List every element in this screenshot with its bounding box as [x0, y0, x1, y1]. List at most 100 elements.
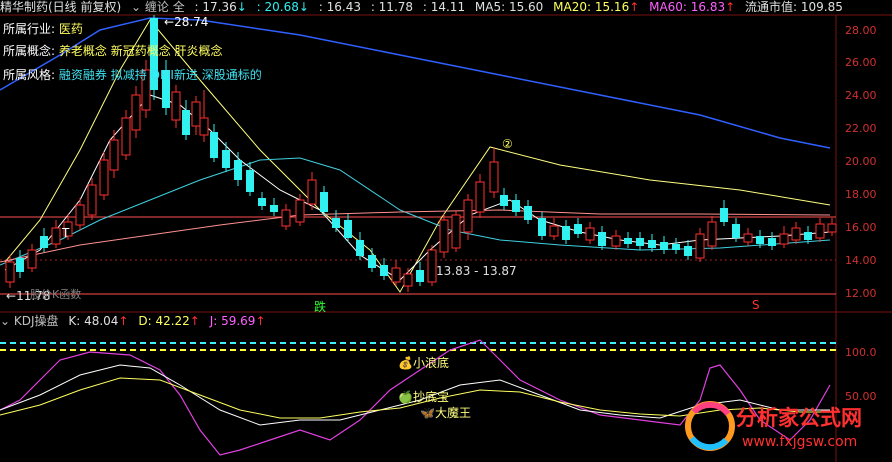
candle-body: [585, 227, 595, 241]
candle-body: [332, 218, 340, 228]
candle-body: [368, 255, 376, 268]
candle-body: [121, 117, 131, 156]
header-bar: 精华制药(日线 前复权) ⌄ 缠论 全 : 17.36↓ : 20.68↓ : …: [0, 0, 849, 14]
kdj-dropdown[interactable]: ⌄ KDJ操盘: [0, 314, 59, 328]
candle-body: [295, 199, 305, 223]
candle-body: [489, 161, 499, 193]
candle-body: [720, 208, 728, 222]
kdj-j: J: 59.69↑: [209, 314, 266, 328]
candle-body: [403, 273, 413, 287]
candle-body: [500, 195, 508, 206]
candle-body: [344, 220, 352, 238]
watermark-text: 分析家公式网: [736, 406, 862, 430]
candle-body: [732, 224, 740, 238]
candle-body: [40, 236, 48, 248]
value-3: : 16.43: [318, 0, 361, 14]
range-label: 13.83 - 13.87: [436, 264, 517, 278]
candle-body: [51, 227, 61, 245]
candle-body: [451, 214, 461, 249]
ma60-value: MA60: 16.83↑: [649, 0, 736, 14]
candle-body: [171, 91, 181, 121]
high-label: ←28.74: [164, 15, 209, 29]
candle-body: [672, 244, 680, 250]
candle-body: [562, 226, 570, 240]
value-5: : 14.11: [422, 0, 466, 14]
candle-body: [246, 170, 254, 192]
candle-body: [707, 221, 717, 247]
ma-yellow-line: [4, 19, 831, 293]
candle-body: [636, 238, 644, 246]
candle-body: [199, 117, 209, 136]
candle-body: [356, 240, 364, 256]
marker-2: ②: [502, 137, 513, 151]
kdj-label-2: 🍏抄底宝: [398, 390, 449, 404]
candle-body: [768, 238, 776, 246]
butterfly-icon: 🦋: [420, 406, 435, 420]
axis-tick: 12.00: [845, 287, 877, 300]
candle-body: [281, 209, 291, 227]
kdj-header: ⌄ KDJ操盘 K: 48.04↑ D: 42.22↑ J: 59.69↑: [0, 314, 272, 328]
candle-body: [538, 218, 546, 236]
kdj-d: D: 42.22↑: [138, 314, 200, 328]
candle-body: [109, 139, 119, 171]
watermark: 分析家公式网 www.fxjgsw.com: [682, 396, 888, 458]
small-label: 股价K函数: [30, 288, 82, 301]
candle-body: [27, 249, 37, 269]
concept-row: 所属概念: 养老概念 新冠药概念 肝炎概念: [3, 44, 223, 58]
industry-row: 所属行业: 医药: [3, 22, 83, 36]
kdj-label-1: 💰小浪底: [398, 356, 449, 370]
candle-body: [815, 223, 825, 239]
candle-body: [320, 192, 328, 212]
kdj-axis-100: 100.0: [845, 346, 877, 359]
candle-body: [756, 236, 764, 244]
axis-tick: 26.00: [845, 56, 877, 69]
candle-body: [210, 132, 218, 158]
candle-body: [380, 265, 388, 276]
stock-title[interactable]: 精华制药(日线 前复权): [0, 0, 121, 14]
money-bag-icon: 💰: [398, 356, 413, 370]
ma5-value: MA5: 15.60: [474, 0, 544, 14]
axis-tick: 20.00: [845, 155, 877, 168]
candle-body: [87, 184, 97, 216]
candle-body: [75, 204, 85, 226]
candle-body: [416, 270, 424, 282]
candle-body: [270, 205, 278, 212]
candle-body: [463, 199, 473, 233]
value-4: : 11.78: [370, 0, 414, 14]
axis-tick: 18.00: [845, 188, 877, 201]
indicator-label: 缠论 全: [144, 0, 185, 14]
indicator-dropdown[interactable]: ⌄ 缠论 全: [131, 0, 185, 14]
candle-body: [598, 232, 606, 246]
candle-body: [695, 233, 705, 259]
die-label: 跌: [314, 300, 327, 314]
s-marker: S: [752, 298, 760, 312]
axis-tick: 14.00: [845, 254, 877, 267]
candle-body: [648, 240, 656, 248]
kdj-k: K: 48.04↑: [68, 314, 129, 328]
style-row: 所属风格: 融资融券 拟减持 QFII新进 深股通标的: [3, 68, 262, 82]
ma-pink-line: [0, 209, 831, 263]
candle-body: [131, 94, 141, 131]
value-2: : 20.68↓: [256, 0, 309, 14]
candle-body: [234, 160, 242, 180]
candle-body: [684, 246, 692, 256]
candle-body: [99, 159, 109, 196]
candle-body: [624, 238, 632, 244]
axis-tick: 28.00: [845, 24, 877, 37]
candle-body: [611, 235, 621, 247]
candle-body: [827, 223, 837, 233]
candle-body: [475, 181, 485, 213]
candle-body: [427, 249, 437, 283]
candle-body: [439, 219, 449, 253]
candle-body: [549, 225, 559, 237]
candle-body: [660, 242, 668, 250]
candle-body: [258, 198, 266, 206]
candle-body: [307, 179, 317, 205]
apple-icon: 🍏: [398, 390, 413, 404]
candle-body: [512, 200, 520, 212]
ma20-value: MA20: 15.16↑: [553, 0, 640, 14]
candle-body: [391, 267, 401, 283]
candle-body: [804, 232, 812, 240]
candle-body: [574, 224, 582, 234]
candle-body: [791, 227, 801, 241]
